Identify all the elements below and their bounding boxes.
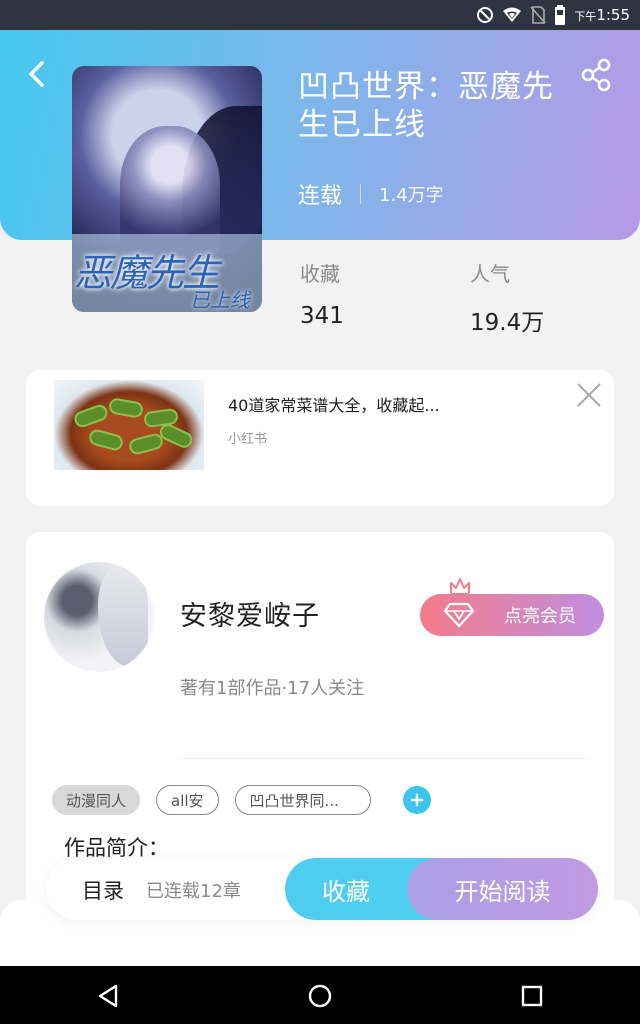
status-bar: 下午1:55 <box>0 0 640 30</box>
favorite-button-label: 收藏 <box>322 877 370 906</box>
wifi-icon <box>503 7 522 22</box>
back-triangle-icon[interactable] <box>96 983 122 1009</box>
dnd-icon <box>477 7 494 23</box>
stat-value: 19.4万 <box>470 310 545 336</box>
battery-icon <box>555 5 566 25</box>
ad-title: 40道家常菜谱大全，收藏起... <box>228 396 440 415</box>
tag-item[interactable]: 动漫同人 <box>52 785 141 815</box>
word-count: 1.4万字 <box>379 185 444 206</box>
stat-favorites: 收藏 341 <box>300 258 344 329</box>
add-tag-button[interactable] <box>402 786 431 814</box>
author-meta: 著有1部作品·17人关注 <box>180 678 365 699</box>
share-icon[interactable] <box>580 58 614 92</box>
book-title: 凹凸世界：恶魔先生已上线 <box>298 69 554 143</box>
avatar[interactable] <box>44 562 154 672</box>
plus-icon <box>410 794 423 806</box>
start-reading-button[interactable]: 开始阅读 <box>407 858 598 920</box>
navigation-bar <box>0 966 640 1024</box>
ad-card[interactable]: 40道家常菜谱大全，收藏起... 小红书 <box>26 370 614 506</box>
action-bar: 目录 已连载12章 收藏 开始阅读 <box>46 858 598 920</box>
diamond-icon <box>444 602 474 628</box>
stat-popularity: 人气 19.4万 <box>470 258 544 337</box>
book-cover[interactable]: 恶魔先生 已上线 <box>72 66 262 312</box>
author-name[interactable]: 安黎爱峖子 <box>180 594 320 633</box>
toc-button[interactable]: 目录 <box>82 875 124 905</box>
book-status-row: 连载 1.4万字 <box>298 178 444 210</box>
tag-item[interactable]: all安 <box>156 785 219 815</box>
vip-button[interactable]: 点亮会员 <box>420 594 604 636</box>
home-circle-icon[interactable] <box>307 983 333 1009</box>
start-reading-label: 开始阅读 <box>454 877 551 906</box>
tag-list: 动漫同人 all安 凹凸世界同... <box>52 785 431 815</box>
back-icon[interactable] <box>22 58 52 90</box>
stat-label: 人气 <box>470 262 510 286</box>
serial-status: 连载 <box>298 184 343 209</box>
divider <box>360 184 362 204</box>
clock: 下午1:55 <box>574 6 630 24</box>
divider <box>180 758 590 759</box>
chapter-count[interactable]: 已连载12章 <box>146 877 241 903</box>
tag-item[interactable]: 凹凸世界同... <box>234 785 371 815</box>
vip-button-label: 点亮会员 <box>504 606 576 627</box>
no-sim-icon <box>530 6 546 24</box>
close-icon[interactable] <box>576 382 602 408</box>
stat-value: 341 <box>300 303 344 329</box>
ad-source: 小红书 <box>228 432 268 447</box>
stat-label: 收藏 <box>300 262 340 286</box>
crown-icon <box>450 578 470 595</box>
recents-square-icon[interactable] <box>519 983 545 1009</box>
cover-subtitle-art: 已上线 <box>190 288 250 312</box>
ad-image <box>54 380 204 470</box>
